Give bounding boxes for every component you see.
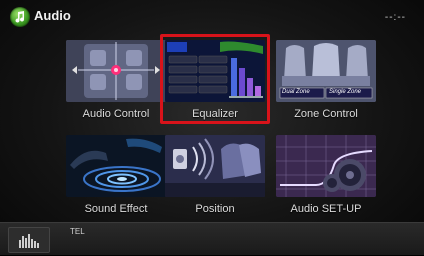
- zone-control-label: Zone Control: [294, 108, 358, 120]
- audio-setup-label: Audio SET-UP: [290, 203, 362, 215]
- car-seat-layout-icon: [66, 40, 166, 102]
- zone-control-tile[interactable]: Dual Zone Single Zone: [276, 40, 376, 102]
- speaker-position-icon: [165, 135, 265, 197]
- audio-control-tile[interactable]: [66, 40, 166, 102]
- dual-zone-tag: Dual Zone: [282, 89, 310, 95]
- tel-indicator: TEL: [70, 227, 85, 236]
- sound-waves-icon: [66, 135, 166, 197]
- back-button[interactable]: [10, 7, 30, 27]
- position-tile[interactable]: [165, 135, 265, 197]
- music-note-icon: [15, 11, 25, 23]
- equalizer-bars-icon: [19, 234, 39, 248]
- clock: --:--: [384, 12, 406, 23]
- single-zone-tag: Single Zone: [329, 89, 362, 95]
- page-title: Audio: [34, 8, 71, 23]
- header: Audio --:--: [0, 0, 424, 34]
- equalizer-shortcut-button[interactable]: [8, 227, 50, 253]
- selection-highlight: [160, 34, 270, 124]
- footer-bar: TEL: [0, 222, 424, 255]
- audio-setup-tile[interactable]: [276, 135, 376, 197]
- audio-screen: Audio --:-- Audio Control Equalizer Dual…: [0, 0, 424, 255]
- crossover-graph-icon: [276, 135, 376, 197]
- sound-effect-tile[interactable]: [66, 135, 166, 197]
